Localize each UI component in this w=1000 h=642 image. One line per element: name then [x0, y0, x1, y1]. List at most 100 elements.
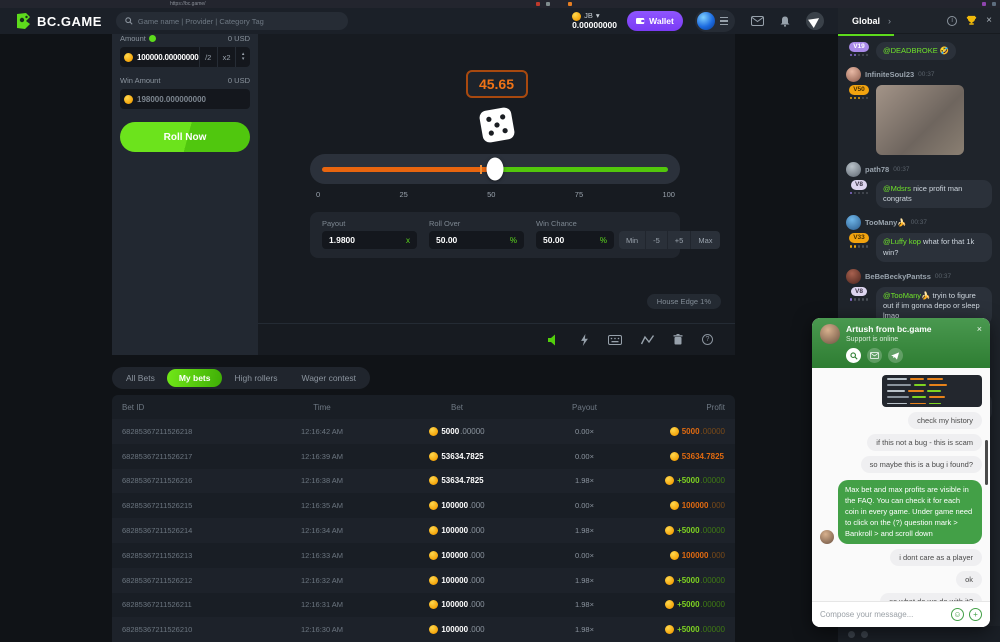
double-bet-button[interactable]: x2 [217, 47, 235, 67]
chat-message[interactable]: V19 @DEADBROKE 🤣 [846, 42, 992, 60]
tab-all-bets[interactable]: All Bets [114, 369, 167, 387]
chat-message[interactable]: InfiniteSoul23 00:37 V50 [846, 67, 992, 155]
minus-5-button[interactable]: -5 [645, 231, 667, 249]
support-close-icon[interactable]: × [977, 324, 982, 334]
table-header: Bet ID Time Bet Payout Profit [112, 395, 735, 419]
avatar [846, 162, 861, 177]
col-bet-id: Bet ID [122, 403, 267, 412]
wallet-button[interactable]: Wallet [627, 11, 683, 31]
vip-badge: V33 [846, 233, 872, 247]
chat-message[interactable]: BeBeBeckyPantss 00:37 V8 @TooMany🍌 tryin… [846, 269, 992, 325]
level-dots [850, 298, 869, 301]
profit-value: +5000.00000 [632, 476, 725, 485]
win-amount-value: 198000.000000000 [137, 95, 206, 104]
trash-icon[interactable] [673, 334, 683, 345]
slider-thumb[interactable] [487, 158, 504, 181]
coin-icon [429, 526, 438, 535]
table-row[interactable]: 68285367211526211 12:16:31 AM 100000.000… [112, 593, 735, 618]
avatar [846, 67, 861, 82]
chevron-right-icon[interactable]: › [888, 16, 891, 26]
tab-my-bets[interactable]: My bets [167, 369, 223, 387]
help-icon[interactable]: ? [702, 334, 713, 345]
amount-stepper[interactable]: ▴ ▾ [235, 47, 250, 67]
envelope-icon [751, 16, 764, 26]
table-row[interactable]: 68285367211526218 12:16:42 AM 5000.00000… [112, 419, 735, 444]
tab-wager-contest[interactable]: Wager contest [289, 369, 368, 387]
table-row[interactable]: 68285367211526210 12:16:30 AM 100000.000… [112, 617, 735, 642]
chat-channel-selector[interactable]: Global [852, 16, 880, 26]
roll-over-input[interactable]: 50.00% [429, 231, 524, 249]
vip-badge: V8 [846, 180, 872, 194]
attach-icon[interactable]: + [969, 608, 982, 621]
roll-now-button[interactable]: Roll Now [120, 122, 250, 152]
win-amount-input[interactable]: 198000.000000000 [120, 89, 250, 109]
compose-input[interactable]: Compose your message... [820, 610, 946, 619]
support-chat-widget: Artush from bc.game Support is online × [812, 318, 990, 627]
currency-selector[interactable]: JB ▾ 0.00000000 [572, 12, 617, 30]
support-agent-avatar [820, 324, 840, 344]
balance-value: 0.00000000 [572, 21, 617, 30]
win-amount-label: Win Amount [120, 76, 160, 85]
messages-button[interactable] [751, 16, 764, 26]
extension-icon [992, 2, 996, 6]
extension-icon [982, 2, 986, 6]
table-row[interactable]: 68285367211526216 12:16:38 AM 53634.7825… [112, 469, 735, 494]
support-telegram-icon[interactable] [888, 348, 903, 363]
agent-bubble: Max bet and max profits are visible in t… [838, 480, 982, 544]
roll-over-label: Roll Over [429, 219, 524, 228]
win-chance-input[interactable]: 50.00% [536, 231, 614, 249]
support-scrollbar[interactable] [985, 440, 988, 485]
slider-track[interactable] [322, 167, 668, 172]
chat-header: Global › i × [838, 8, 1000, 34]
hotkeys-icon[interactable] [608, 335, 622, 345]
caret-down-icon[interactable]: ▾ [242, 57, 245, 63]
support-header: Artush from bc.game Support is online × [812, 318, 990, 368]
emoji-picker-icon[interactable]: ☺ [951, 608, 964, 621]
bc-game-app: https://bc.game/ BC.GAME Game name | Pro… [0, 0, 1000, 642]
profile-menu[interactable] [695, 10, 735, 32]
table-row[interactable]: 68285367211526217 12:16:39 AM 53634.7825… [112, 444, 735, 469]
table-row[interactable]: 68285367211526215 12:16:35 AM 100000.000… [112, 493, 735, 518]
support-search-icon[interactable] [846, 348, 861, 363]
trophy-icon[interactable] [966, 15, 977, 26]
promotions-icon[interactable] [806, 12, 824, 30]
plus-5-button[interactable]: +5 [667, 231, 691, 249]
chat-input-bar[interactable] [838, 626, 1000, 642]
sound-icon[interactable] [548, 334, 561, 346]
coin-icon [665, 526, 674, 535]
live-stats-icon[interactable] [641, 335, 654, 345]
bc-logo-icon [14, 12, 32, 30]
amount-info-icon[interactable] [149, 35, 156, 42]
table-row[interactable]: 68285367211526214 12:16:34 AM 100000.000… [112, 518, 735, 543]
amount-input[interactable]: 100000.00000000 /2 x2 ▴ ▾ [120, 47, 250, 67]
table-row[interactable]: 68285367211526212 12:16:32 AM 100000.000… [112, 568, 735, 593]
attachment-screenshot[interactable] [882, 375, 982, 407]
chat-rules-icon[interactable]: i [947, 16, 957, 26]
chat-close-icon[interactable]: × [986, 15, 992, 26]
half-bet-button[interactable]: /2 [199, 47, 217, 67]
support-compose-bar: Compose your message... ☺ + [812, 601, 990, 627]
profit-value: +5000.00000 [632, 600, 725, 609]
min-button[interactable]: Min [619, 231, 645, 249]
search-placeholder: Game name | Provider | Category Tag [138, 17, 264, 26]
dice-icon [474, 103, 518, 147]
roll-result: 45.65 [466, 70, 528, 98]
tab-high-rollers[interactable]: High rollers [222, 369, 289, 387]
turbo-icon[interactable] [580, 334, 589, 346]
level-dots [850, 97, 869, 100]
chat-image-attachment[interactable] [876, 85, 964, 155]
roll-slider[interactable] [310, 154, 680, 184]
search-input[interactable]: Game name | Provider | Category Tag [116, 12, 348, 30]
table-row[interactable]: 68285367211526213 12:16:33 AM 100000.000… [112, 543, 735, 568]
bc-logo[interactable]: BC.GAME [14, 12, 102, 30]
user-bubble: so what do we do with it? [880, 593, 982, 601]
last-roll-marker [480, 165, 482, 174]
max-button[interactable]: Max [690, 231, 719, 249]
chat-message[interactable]: TooMany🍌 00:37 V33 @Luffy kop what for t… [846, 215, 992, 261]
payout-input[interactable]: 1.9800x [322, 231, 417, 249]
chat-message[interactable]: path78 00:37 V8 @Mdsrs nice profit man c… [846, 162, 992, 208]
support-email-icon[interactable] [867, 348, 882, 363]
chat-bubble: @Luffy kop what for that 1k win? [876, 233, 992, 261]
amount-value[interactable]: 100000.00000000 [137, 53, 199, 62]
notifications-button[interactable] [780, 16, 790, 27]
